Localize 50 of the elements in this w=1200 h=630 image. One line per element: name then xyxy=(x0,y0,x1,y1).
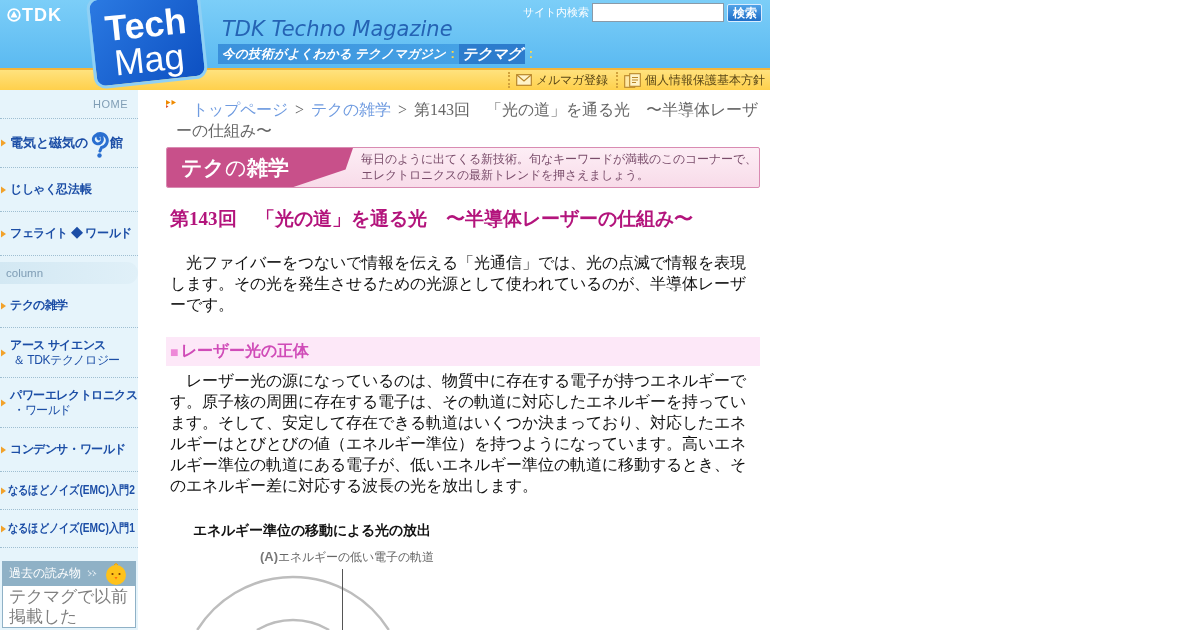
banner-text: 毎日のように出てくる新技術。旬なキーワードが満載のこのコーナーで、 エレクトロニクスの最新トレンドを押さえましょう。 xyxy=(360,151,757,184)
bullet-arrow-icon xyxy=(1,524,6,533)
section-label: column xyxy=(0,262,138,284)
header-link[interactable]: 個人情報保護基本方針 xyxy=(616,72,765,88)
bullet-arrow-icon xyxy=(1,348,6,357)
brand-name: TDK xyxy=(22,8,62,22)
search-button[interactable]: 検索 xyxy=(727,3,762,22)
magazine-title: TDK Techno Magazine xyxy=(221,17,454,41)
figure-title: エネルギー準位の移動による光の放出 xyxy=(193,522,431,540)
article-title: 第143回 「光の道」を通る光 〜半導体レーザーの仕組み〜 xyxy=(169,207,694,231)
envelope-icon xyxy=(516,74,532,86)
logo-text: Tech xyxy=(103,2,188,47)
sidebar-link[interactable]: パワーエレクトロニクス ・ワールド xyxy=(0,378,138,428)
bullet-arrow-icon xyxy=(1,139,6,147)
bullet-arrow-icon xyxy=(1,301,6,310)
bullet-arrow-icon xyxy=(1,445,6,454)
sidebar-link[interactable]: なるほどノイズ(EMC)入門1 xyxy=(0,510,138,548)
sidebar-link[interactable]: フェライト ◆ ワールド xyxy=(0,212,138,256)
double-chevron-icon xyxy=(87,570,97,577)
leader-line xyxy=(342,569,343,630)
sidebar-link[interactable]: テクの雑学 xyxy=(0,284,138,328)
bullet-arrow-icon xyxy=(1,398,6,407)
double-arrow-icon xyxy=(166,100,176,108)
bullet-arrow-icon xyxy=(1,229,6,238)
sidebar-link[interactable]: コンデンサ・ワールド xyxy=(0,428,138,472)
figure-label: (A)エネルギーの低い電子の軌道 xyxy=(260,549,435,565)
sidebar-link[interactable]: なるほどノイズ(EMC)入門2 xyxy=(0,472,138,510)
tagline-mark: : xyxy=(450,45,455,63)
tagline-mark: : xyxy=(528,45,534,63)
heading-marker: ■ xyxy=(170,343,179,360)
sidebar-link[interactable]: じしゃく忍法帳 xyxy=(0,168,138,212)
body-paragraph: レーザー光の源になっているのは、物質中に存在する電子が持つエネルギーです。原子核の周囲に存在する電子は、その軌道に対応したエネルギーを持っています。そして、安定して存在できる軌道はいくつか決まっており、対応したエネルギーはとびとびの値（エネルギー準位）を持つようになっています。高いエネルギー準位の軌道にある電子が、低いエネルギー準位の軌道に移動するとき、そのエネルギー差に対応する波長の光を放出します。 xyxy=(169,371,747,496)
tagline-name: テクマグ xyxy=(458,44,525,64)
bullet-arrow-icon xyxy=(1,185,6,194)
search-field[interactable] xyxy=(592,3,724,22)
section-heading: レーザー光の正体 xyxy=(181,341,310,361)
sidebar-link[interactable]: アース サイエンス ＆ TDKテクノロジー xyxy=(0,328,138,378)
bullet-arrow-icon xyxy=(1,486,6,495)
document-icon xyxy=(624,72,641,88)
header-link[interactable]: メルマガ登録 xyxy=(508,72,608,88)
sidebar-link[interactable]: 電気と磁気の 館 xyxy=(0,119,138,168)
body-paragraph: 光ファイバーをつないで情報を伝える「光通信」では、光の点滅で情報を表現します。その光を発生させるための光源として使われているのが、半導体レーザーです。 xyxy=(169,253,747,315)
emblem-icon xyxy=(7,8,21,22)
archive-panel: テクマグで以前掲載した xyxy=(2,586,136,628)
banner-title: テクの雑学 xyxy=(167,148,353,187)
tagline-text: 今の技術がよくわかる テクノマガジン xyxy=(222,46,447,63)
archive-title: 過去の読み物 xyxy=(9,565,81,582)
chick-icon xyxy=(103,561,129,586)
breadcrumb: トップページ > テクの雑学 > 第143回 「光の道」を通る光 〜半導体レーザーの仕組み〜 xyxy=(166,99,760,141)
search-label: サイト内検索 xyxy=(523,5,589,20)
